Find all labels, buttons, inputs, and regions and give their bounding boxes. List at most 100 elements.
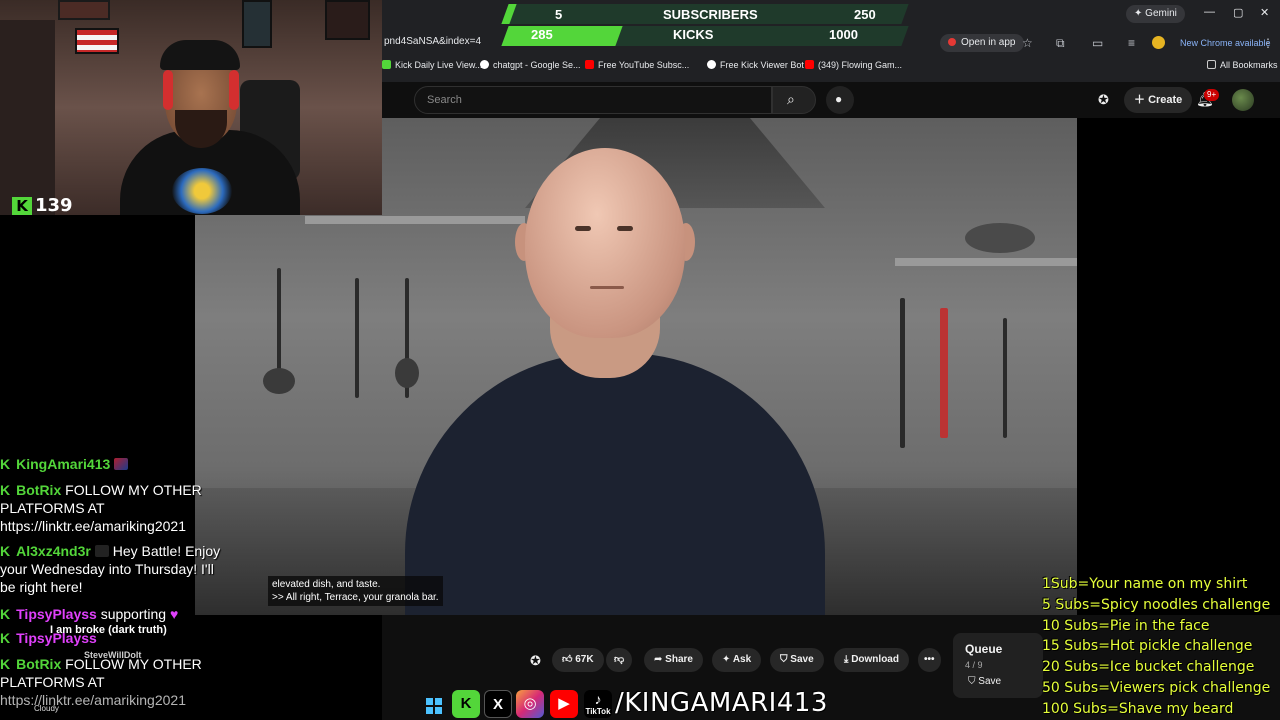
media-icon[interactable]: ≡ <box>1128 36 1135 50</box>
like-button[interactable]: 👍︎ 67K <box>552 648 604 672</box>
chat-message: K KingAmari413 <box>0 455 129 473</box>
kicks-current: 285 <box>531 27 553 42</box>
close-icon[interactable]: ✕ <box>1260 6 1269 19</box>
goal-item: 20 Subs=Ice bucket challenge <box>1042 659 1255 676</box>
video-utensil <box>277 268 281 378</box>
bookmark-favicon <box>707 60 716 69</box>
more-icon: ••• <box>924 654 935 665</box>
bookmark-kick-viewer[interactable]: Free Kick Viewer Bot <box>707 60 804 70</box>
all-bookmarks[interactable]: All Bookmarks <box>1207 60 1278 70</box>
profile-icon[interactable] <box>1152 36 1165 49</box>
bookmark-favicon <box>382 60 391 69</box>
viewer-count-value: 139 <box>35 195 73 216</box>
sparkle-icon: ✦ <box>722 654 731 665</box>
gamepad-icon[interactable]: ✪ <box>1098 92 1109 108</box>
chat-username: KingAmari413 <box>16 456 111 472</box>
chat-text: your Wednesday into Thursday! I'll <box>0 561 214 577</box>
thumbs-down-icon: 👎︎ <box>614 654 625 665</box>
search-button[interactable]: ⌕ <box>772 86 816 114</box>
video-person-eye <box>617 226 633 231</box>
extensions-icon[interactable]: ⧉ <box>1056 36 1065 51</box>
download-label: Download <box>851 654 899 665</box>
ask-button[interactable]: ✦ Ask <box>712 648 762 672</box>
instagram-icon: ◎ <box>516 690 544 718</box>
bookmark-flowing[interactable]: (349) Flowing Gam... <box>805 60 902 70</box>
open-in-app-button[interactable]: Open in app <box>940 34 1024 52</box>
chat-message: K BotRix FOLLOW MY OTHER <box>0 655 202 673</box>
subs-label: SUBSCRIBERS <box>663 7 758 22</box>
sub-goals-list: 1Sub=Your name on my shirt 5 Subs=Spicy … <box>1040 574 1280 720</box>
chat-message: K TipsyPlayss supporting ♥ <box>0 605 178 623</box>
chat-username: TipsyPlayss <box>16 630 97 646</box>
bookmark-kick[interactable]: Kick Daily Live View... <box>382 60 482 70</box>
youtube-icon <box>948 38 956 46</box>
download-icon: ⤓ <box>844 654 849 665</box>
subs-current: 5 <box>555 7 563 22</box>
webcam-poster <box>325 0 370 40</box>
chat-username: BotRix <box>16 656 62 672</box>
bookmark-icon: ⛉ <box>968 676 976 687</box>
chat-message: K BotRix FOLLOW MY OTHER <box>0 481 202 499</box>
bookmark-favicon <box>585 60 594 69</box>
windows-icon[interactable] <box>426 698 442 714</box>
avatar[interactable] <box>1232 89 1254 111</box>
video-shelf <box>305 216 525 224</box>
flag-badge-icon <box>114 458 129 470</box>
star-icon[interactable]: ☆ <box>1022 36 1033 50</box>
video-captions: elevated dish, and taste. >> All right, … <box>268 576 443 606</box>
ask-label: Ask <box>732 654 752 665</box>
minimize-icon[interactable]: — <box>1204 6 1215 18</box>
chat-text: PLATFORMS AT <box>0 674 105 690</box>
gemini-button[interactable]: ✦ Gemini <box>1126 5 1185 23</box>
dislike-button[interactable]: 👎︎ <box>606 648 633 672</box>
kick-logo-icon: K <box>12 197 32 215</box>
chat-text: FOLLOW MY OTHER <box>65 482 202 498</box>
cast-icon[interactable]: ▭ <box>1092 36 1103 50</box>
kick-logo-icon: K <box>0 630 11 646</box>
menu-icon[interactable]: ⋮ <box>1262 36 1274 50</box>
video-person-head <box>525 148 685 338</box>
mic-icon: ● <box>835 92 843 106</box>
goal-item: 5 Subs=Spicy noodles challenge <box>1042 596 1271 613</box>
x-logo-icon: X <box>484 690 512 718</box>
webcam-poster <box>242 0 272 48</box>
chat-text: FOLLOW MY OTHER <box>65 656 202 672</box>
queue-save-button[interactable]: ⛉ Save <box>968 676 1001 687</box>
webcam-poster <box>58 0 110 20</box>
bookmark-youtube-subs[interactable]: Free YouTube Subsc... <box>585 60 689 70</box>
save-button[interactable]: ⛉ Save <box>770 648 824 672</box>
headphones-icon <box>229 70 239 110</box>
download-button[interactable]: ⤓ Download <box>834 648 909 672</box>
chat-username: TipsyPlayss <box>16 606 97 622</box>
folder-icon <box>1207 60 1216 69</box>
search-input[interactable]: Search <box>414 86 772 114</box>
goal-item: 100 Subs=Shave my beard <box>1042 700 1234 717</box>
chat-text: PLATFORMS AT <box>0 500 105 516</box>
tiktok-icon: ♪ TikTok <box>584 690 612 718</box>
new-chrome-available[interactable]: New Chrome available <box>1180 38 1271 48</box>
maximize-icon[interactable]: ▢ <box>1233 6 1243 19</box>
goal-counter: 5 SUBSCRIBERS 250 285 KICKS 1000 <box>501 2 909 46</box>
create-button[interactable]: ＋ Create <box>1124 87 1193 113</box>
kick-logo-icon: K <box>452 690 480 718</box>
gamepad-icon[interactable]: ✪ <box>530 653 541 669</box>
kicks-fill <box>501 26 623 46</box>
kick-logo-icon: K <box>0 656 11 672</box>
share-button[interactable]: ➦ Share <box>644 648 703 672</box>
chat-message: K Al3xz4nd3r Hey Battle! Enjoy <box>0 542 220 560</box>
more-actions-button[interactable]: ••• <box>918 648 941 672</box>
gemini-label: Gemini <box>1145 8 1177 19</box>
chat-text: supporting <box>100 606 167 622</box>
video-utensil <box>1003 318 1007 438</box>
bookmark-favicon <box>480 60 489 69</box>
kick-logo-icon: K <box>0 606 11 622</box>
address-bar[interactable]: pnd4SaNSA&index=4 <box>384 36 481 47</box>
share-label: Share <box>665 654 693 665</box>
tiktok-label: TikTok <box>585 707 611 716</box>
bookmark-chatgpt[interactable]: chatgpt - Google Se... <box>480 60 581 70</box>
save-label: Save <box>790 654 814 665</box>
weather-label: Cloudy <box>34 704 59 713</box>
video-utensil <box>940 308 948 438</box>
goal-item: 50 Subs=Viewers pick challenge <box>1042 680 1271 696</box>
mic-button[interactable]: ● <box>826 86 854 114</box>
